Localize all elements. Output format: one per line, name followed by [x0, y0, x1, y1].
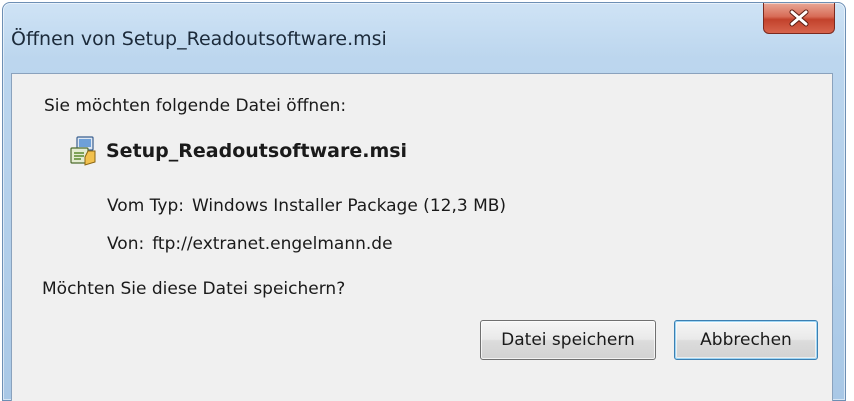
file-name: Setup_Readoutsoftware.msi — [106, 140, 408, 162]
file-source-value: ftp://extranet.engelmann.de — [152, 234, 393, 254]
save-question-text: Möchten Sie diese Datei speichern? — [42, 279, 346, 299]
open-prompt-text: Sie möchten folgende Datei öffnen: — [44, 96, 347, 116]
title-bar[interactable]: Öffnen von Setup_Readoutsoftware.msi — [3, 3, 845, 73]
dialog-window: Öffnen von Setup_Readoutsoftware.msi Sie… — [2, 2, 846, 401]
window-title: Öffnen von Setup_Readoutsoftware.msi — [11, 28, 387, 50]
page: Öffnen von Setup_Readoutsoftware.msi Sie… — [0, 0, 854, 401]
dialog-body: Sie möchten folgende Datei öffnen: Setup… — [11, 73, 833, 401]
file-info-row: Setup_Readoutsoftware.msi — [68, 134, 407, 168]
file-type-value: Windows Installer Package (12,3 MB) — [192, 196, 507, 216]
file-source-line: Von: ftp://extranet.engelmann.de — [107, 234, 393, 254]
file-source-label: Von: — [107, 234, 145, 254]
save-file-button[interactable]: Datei speichern — [480, 320, 656, 360]
installer-package-icon — [70, 136, 96, 166]
file-type-line: Vom Typ: Windows Installer Package (12,3 … — [107, 196, 506, 216]
close-button[interactable] — [763, 3, 835, 34]
cancel-button[interactable]: Abbrechen — [674, 320, 818, 360]
file-type-label: Vom Typ: — [107, 196, 184, 216]
close-icon — [789, 9, 809, 27]
